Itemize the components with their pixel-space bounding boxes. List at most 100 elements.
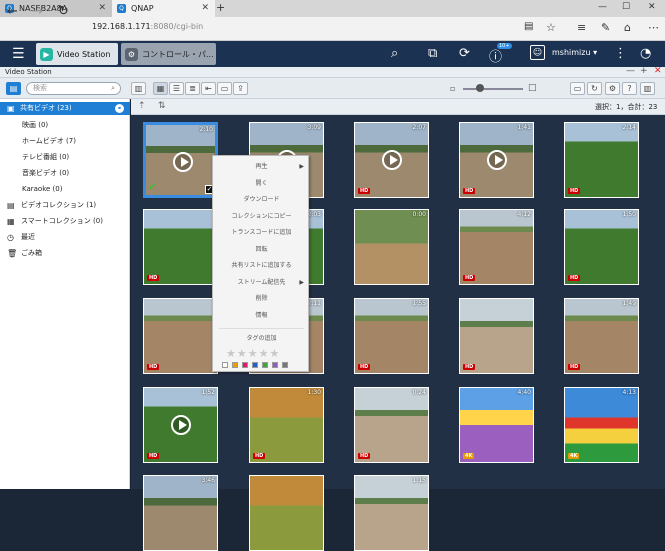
sidebar-item-tv-shows[interactable]: テレビ番組 (0): [0, 151, 130, 164]
video-thumbnail[interactable]: 1:52 HD: [143, 387, 218, 463]
close-tab-icon[interactable]: ✕: [201, 3, 209, 13]
context-menu-item[interactable]: 回転: [213, 243, 310, 257]
context-menu-item[interactable]: 削除: [213, 292, 310, 306]
video-thumbnail[interactable]: 2:07 HD: [354, 122, 429, 198]
color-tag-swatch[interactable]: [272, 362, 278, 368]
thumbnail-size-slider[interactable]: [463, 88, 523, 90]
sidebar-item-music-videos[interactable]: 音楽ビデオ (0): [0, 167, 130, 180]
video-thumbnail[interactable]: 3:46: [143, 475, 218, 551]
video-thumbnail[interactable]: HD: [459, 298, 534, 374]
color-tag-swatch[interactable]: [242, 362, 248, 368]
stack-icon[interactable]: ⧉: [428, 46, 437, 61]
context-menu-item[interactable]: 開く: [213, 177, 310, 191]
refresh-icon[interactable]: ↻: [58, 4, 69, 19]
video-thumbnail[interactable]: 0:24 HD: [354, 387, 429, 463]
share-icon[interactable]: ⌂: [624, 21, 631, 34]
help-icon[interactable]: ?: [622, 82, 637, 95]
sidebar-toggle-icon[interactable]: ▤: [6, 82, 21, 95]
color-tag-swatch[interactable]: [232, 362, 238, 368]
video-thumbnail[interactable]: 1:55 HD: [354, 298, 429, 374]
sidebar-item-trash[interactable]: 🗑 ごみ箱: [0, 247, 130, 260]
video-thumbnail[interactable]: 4:40 4K: [459, 387, 534, 463]
close-tab-icon[interactable]: ✕: [98, 3, 106, 13]
color-tag-swatch[interactable]: [252, 362, 258, 368]
video-thumbnail[interactable]: 1:41 HD: [459, 122, 534, 198]
web-note-icon[interactable]: ✎: [601, 21, 610, 34]
refresh-library-icon[interactable]: ↻: [587, 82, 602, 95]
app-tab-video-station[interactable]: ▶ Video Station: [36, 43, 118, 65]
sidebar-item-smart-collection[interactable]: ▦ スマートコレクション (0): [0, 215, 130, 228]
new-tab-icon[interactable]: +: [216, 1, 225, 14]
info-panel-icon[interactable]: ▥: [640, 82, 655, 95]
slider-knob[interactable]: [476, 84, 484, 92]
share-toggle-icon[interactable]: ⚭: [115, 104, 124, 113]
context-menu-item[interactable]: コレクションにコピー: [213, 210, 310, 224]
detail-view-icon[interactable]: ≣: [185, 82, 200, 95]
sidebar-item-karaoke[interactable]: Karaoke (0): [0, 183, 130, 196]
minimize-icon[interactable]: —: [598, 2, 607, 12]
sidebar-item-video-collection[interactable]: ▤ ビデオコレクション (1): [0, 199, 130, 212]
settings-gear-icon[interactable]: ⚙: [605, 82, 620, 95]
thumbnail-view-icon[interactable]: ▦: [153, 82, 168, 95]
video-thumbnail[interactable]: 1:15: [354, 475, 429, 551]
context-menu-item[interactable]: トランスコードに追加: [213, 226, 310, 240]
video-thumbnail[interactable]: [249, 475, 324, 551]
context-menu-item[interactable]: 情報: [213, 309, 310, 323]
video-thumbnail[interactable]: 2:10 ✔ ✓: [143, 122, 218, 198]
play-icon[interactable]: [173, 152, 193, 172]
video-thumbnail[interactable]: HD: [143, 209, 218, 285]
avatar[interactable]: ☺: [530, 45, 545, 60]
search-icon[interactable]: ⌕: [391, 46, 398, 61]
sync-icon[interactable]: ⟳: [459, 46, 470, 61]
window-close-icon[interactable]: ✕: [648, 2, 656, 12]
video-thumbnail[interactable]: 4:13 4K: [564, 387, 639, 463]
video-thumbnail[interactable]: 1:50 HD: [564, 209, 639, 285]
app-maximize-icon[interactable]: +: [640, 66, 648, 76]
video-thumbnail[interactable]: 0:00: [354, 209, 429, 285]
app-tab-control-panel[interactable]: ⚙ コントロール・パ...: [121, 43, 216, 65]
sidebar-item-shared-videos[interactable]: ▣ 共有ビデオ (23) ⚭: [0, 102, 130, 115]
context-menu-item[interactable]: ストリーム配信先 ▶: [213, 276, 310, 290]
context-menu-item[interactable]: 共有リストに追加する: [213, 259, 310, 273]
more-icon[interactable]: ⋯: [648, 21, 659, 34]
forward-arrow-icon[interactable]: →: [32, 4, 43, 19]
reading-view-icon[interactable]: ▤: [524, 21, 533, 32]
app-minimize-icon[interactable]: —: [626, 66, 635, 76]
main-menu-icon[interactable]: ☰: [12, 46, 25, 62]
search-input[interactable]: 検索 ⌕: [26, 82, 121, 95]
video-thumbnail[interactable]: 1:30 HD: [249, 387, 324, 463]
folder-view-icon[interactable]: ▭: [217, 82, 232, 95]
context-menu-item[interactable]: ダウンロード: [213, 193, 310, 207]
context-menu-item[interactable]: 再生 ▶: [213, 160, 310, 174]
list-view-icon[interactable]: ☰: [169, 82, 184, 95]
more-options-icon[interactable]: ⋮: [614, 46, 627, 61]
url-field[interactable]: 192.168.1.171:8080/cgi-bin: [92, 22, 203, 31]
user-menu[interactable]: mshimizu ▾: [552, 48, 597, 57]
play-icon[interactable]: [171, 415, 191, 435]
color-tag-swatch[interactable]: [282, 362, 288, 368]
play-icon[interactable]: [382, 150, 402, 170]
rating-stars[interactable]: ★★★★★: [226, 347, 280, 360]
upload-icon[interactable]: ⇡: [138, 101, 146, 111]
color-tag-swatch[interactable]: [222, 362, 228, 368]
app-close-icon[interactable]: ✕: [654, 66, 662, 76]
sidebar-item-recent[interactable]: ◷ 最近: [0, 231, 130, 244]
color-tag-swatch[interactable]: [262, 362, 268, 368]
video-thumbnail[interactable]: 4:12 HD: [459, 209, 534, 285]
sidebar-item-movies[interactable]: 映画 (0): [0, 119, 130, 132]
media-view-icon[interactable]: ▭: [570, 82, 585, 95]
timeline-view-icon[interactable]: ⇤: [201, 82, 216, 95]
import-icon[interactable]: ⇪: [233, 82, 248, 95]
sidebar-item-home-videos[interactable]: ホームビデオ (7): [0, 135, 130, 148]
video-thumbnail[interactable]: 2:14 HD: [564, 122, 639, 198]
video-thumbnail[interactable]: 1:49 HD: [564, 298, 639, 374]
video-thumbnail[interactable]: HD: [143, 298, 218, 374]
favorite-star-icon[interactable]: ☆: [546, 21, 556, 34]
back-arrow-icon[interactable]: ←: [7, 4, 18, 19]
hub-icon[interactable]: ≡: [577, 21, 586, 34]
panel-toggle-icon[interactable]: ▥: [131, 82, 146, 95]
dashboard-gauge-icon[interactable]: ◔: [640, 46, 651, 61]
play-icon[interactable]: [487, 150, 507, 170]
browser-tab-qnap[interactable]: Q QNAP ✕: [112, 0, 215, 17]
maximize-icon[interactable]: ☐: [622, 2, 630, 12]
